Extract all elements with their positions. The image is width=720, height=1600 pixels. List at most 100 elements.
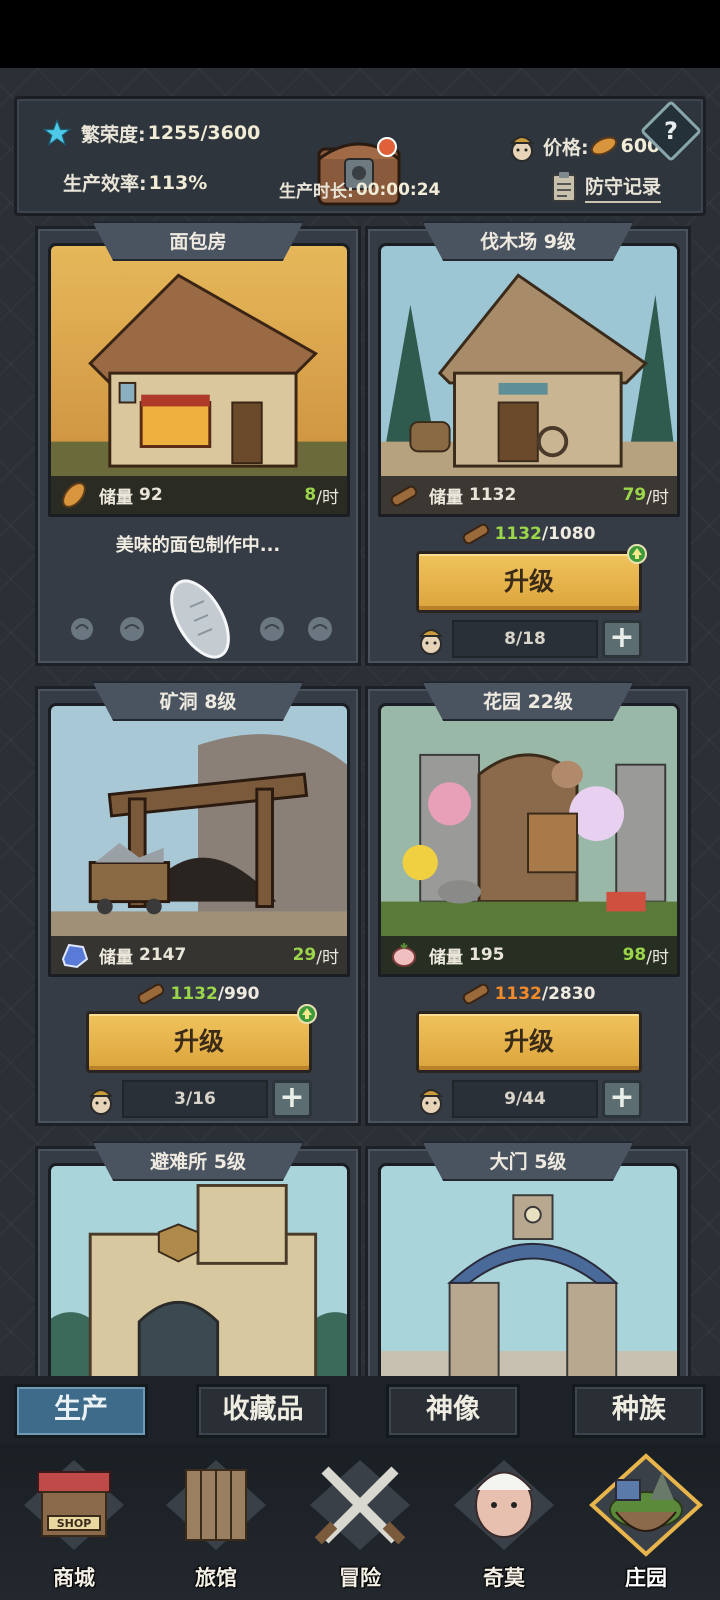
add-worker-button[interactable]: + — [602, 620, 642, 658]
tab-collectibles[interactable]: 收藏品 — [196, 1384, 330, 1438]
upgrade-available-icon — [297, 1004, 317, 1024]
efficiency-label: 生产效率: — [63, 173, 147, 195]
building-card-lumber-mill[interactable]: 伐木场 9级 储量 1132 79 /时 1132 /1080 升级 8/18 … — [365, 221, 691, 666]
floating-island-icon — [589, 1453, 703, 1557]
storage-value: 195 — [469, 945, 505, 965]
manor-stats-header: 繁荣度: 1255/3600 生产效率: 113% 生产时长: 00:00:24… — [14, 96, 706, 216]
garden-image: 储量 195 98 /时 — [378, 703, 680, 977]
worker-count: 9/44 — [452, 1080, 598, 1118]
storage-bar: 储量 1132 79 /时 — [381, 476, 677, 514]
cost-have: 1132 — [494, 984, 542, 1004]
building-title: 面包房 — [92, 221, 304, 261]
nav-qimo[interactable]: 奇莫 — [436, 1450, 572, 1598]
status-bar-area — [0, 0, 720, 68]
duration-value: 00:00:24 — [355, 179, 441, 200]
prosperity-stat: 繁荣度: 1255/3600 — [43, 119, 260, 147]
duration-label: 生产时长: — [279, 182, 354, 202]
shop-icon: SHOP — [24, 1460, 124, 1550]
storage-bar: 储量 2147 29 /时 — [51, 936, 347, 974]
cost-need: /1080 — [541, 524, 596, 544]
storage-value: 92 — [139, 485, 163, 505]
efficiency-stat: 生产效率: 113% — [63, 169, 207, 196]
cost-need: /990 — [217, 984, 260, 1004]
storage-label: 储量 — [99, 947, 133, 968]
bakery-image: 储量 92 8 /时 — [48, 243, 350, 517]
tab-races[interactable]: 种族 — [572, 1384, 706, 1438]
upgrade-button[interactable]: 升级 — [416, 1011, 642, 1073]
production-rate: 79 — [622, 485, 647, 505]
worker-icon — [418, 629, 444, 655]
building-title: 花园 22级 — [422, 681, 634, 721]
building-card-garden[interactable]: 花园 22级 储量 195 98 /时 1132 /2830 升级 9/44 + — [365, 681, 691, 1126]
building-card-mine[interactable]: 矿洞 8级 储量 2147 29 /时 1132 /990 升级 3/16 + — [35, 681, 361, 1126]
tavern-door-icon — [166, 1460, 266, 1550]
production-rate: 98 — [622, 945, 647, 965]
building-title: 大门 5级 — [422, 1141, 634, 1181]
upgrade-cost: 1132 /1080 — [368, 523, 688, 545]
worker-count: 8/18 — [452, 620, 598, 658]
building-card-bakery[interactable]: 面包房 储量 92 8 /时 美味的面包制作中... — [35, 221, 361, 666]
storage-label: 储量 — [429, 947, 463, 968]
tab-statues[interactable]: 神像 — [386, 1384, 520, 1438]
nav-label: 旅馆 — [195, 1566, 237, 1590]
worker-assignment: 9/44 + — [416, 1079, 642, 1119]
production-duration: 生产时长: 00:00:24 — [279, 177, 441, 203]
tab-production[interactable]: 生产 — [14, 1384, 148, 1438]
building-title: 矿洞 8级 — [92, 681, 304, 721]
wood-log-icon — [138, 983, 165, 1005]
add-worker-button[interactable]: + — [602, 1080, 642, 1118]
rate-unit: /时 — [316, 947, 339, 968]
nav-inn[interactable]: 旅馆 — [148, 1450, 284, 1598]
building-card-gate[interactable]: 大门 5级 — [365, 1141, 691, 1393]
nav-manor[interactable]: 庄园 — [578, 1450, 714, 1598]
nav-adventure[interactable]: 冒险 — [292, 1450, 428, 1598]
storage-label: 储量 — [429, 487, 463, 508]
bread-baking-animation — [71, 579, 332, 659]
nav-label: 商城 — [53, 1566, 95, 1590]
wood-log-icon — [462, 983, 489, 1005]
gate-image — [378, 1163, 680, 1393]
manor-production-panel: 繁荣度: 1255/3600 生产效率: 113% 生产时长: 00:00:24… — [0, 68, 720, 1393]
ore-icon — [61, 943, 89, 969]
efficiency-value: 113% — [148, 171, 208, 194]
mine-image: 储量 2147 29 /时 — [48, 703, 350, 977]
prosperity-label: 繁荣度: — [81, 123, 146, 146]
storage-value: 1132 — [469, 485, 517, 505]
nav-shop[interactable]: SHOP 商城 — [6, 1450, 142, 1598]
clipboard-icon — [552, 172, 576, 202]
wood-log-icon — [462, 523, 489, 545]
upgrade-available-icon — [627, 544, 647, 564]
add-worker-button[interactable]: + — [272, 1080, 312, 1118]
bread-icon — [590, 136, 617, 156]
worker-icon — [418, 1089, 444, 1115]
defense-record-label: 防守记录 — [585, 172, 662, 203]
upgrade-cost: 1132 /2830 — [368, 983, 688, 1005]
bread-icon — [62, 482, 86, 508]
rate-unit: /时 — [646, 487, 669, 508]
crossed-swords-icon — [310, 1460, 410, 1550]
production-rate: 29 — [292, 945, 317, 965]
building-card-shelter[interactable]: 避难所 5级 — [35, 1141, 361, 1393]
rate-unit: /时 — [316, 487, 339, 508]
shelter-image — [48, 1163, 350, 1393]
storage-label: 储量 — [99, 487, 133, 508]
wood-log-icon — [390, 485, 418, 507]
production-rate: 8 — [304, 485, 317, 505]
help-icon: ? — [664, 117, 678, 145]
storage-value: 2147 — [139, 945, 187, 965]
producing-status: 美味的面包制作中... — [115, 535, 281, 556]
upgrade-button[interactable]: 升级 — [86, 1004, 317, 1073]
flower-bulb-icon — [392, 943, 416, 967]
nav-label: 庄园 — [625, 1566, 667, 1590]
worker-count: 3/16 — [122, 1080, 268, 1118]
price-stat: 价格: 600 — [507, 129, 660, 163]
building-title: 伐木场 9级 — [422, 221, 634, 261]
price-label: 价格: — [543, 136, 589, 159]
cost-have: 1132 — [170, 984, 218, 1004]
cost-need: /2830 — [541, 984, 596, 1004]
shop-sign-text: SHOP — [57, 1517, 92, 1530]
upgrade-button[interactable]: 升级 — [416, 544, 647, 613]
defense-record-link[interactable]: 防守记录 — [551, 171, 662, 203]
treasure-chest-icon[interactable] — [309, 129, 409, 219]
star-icon — [43, 119, 71, 147]
